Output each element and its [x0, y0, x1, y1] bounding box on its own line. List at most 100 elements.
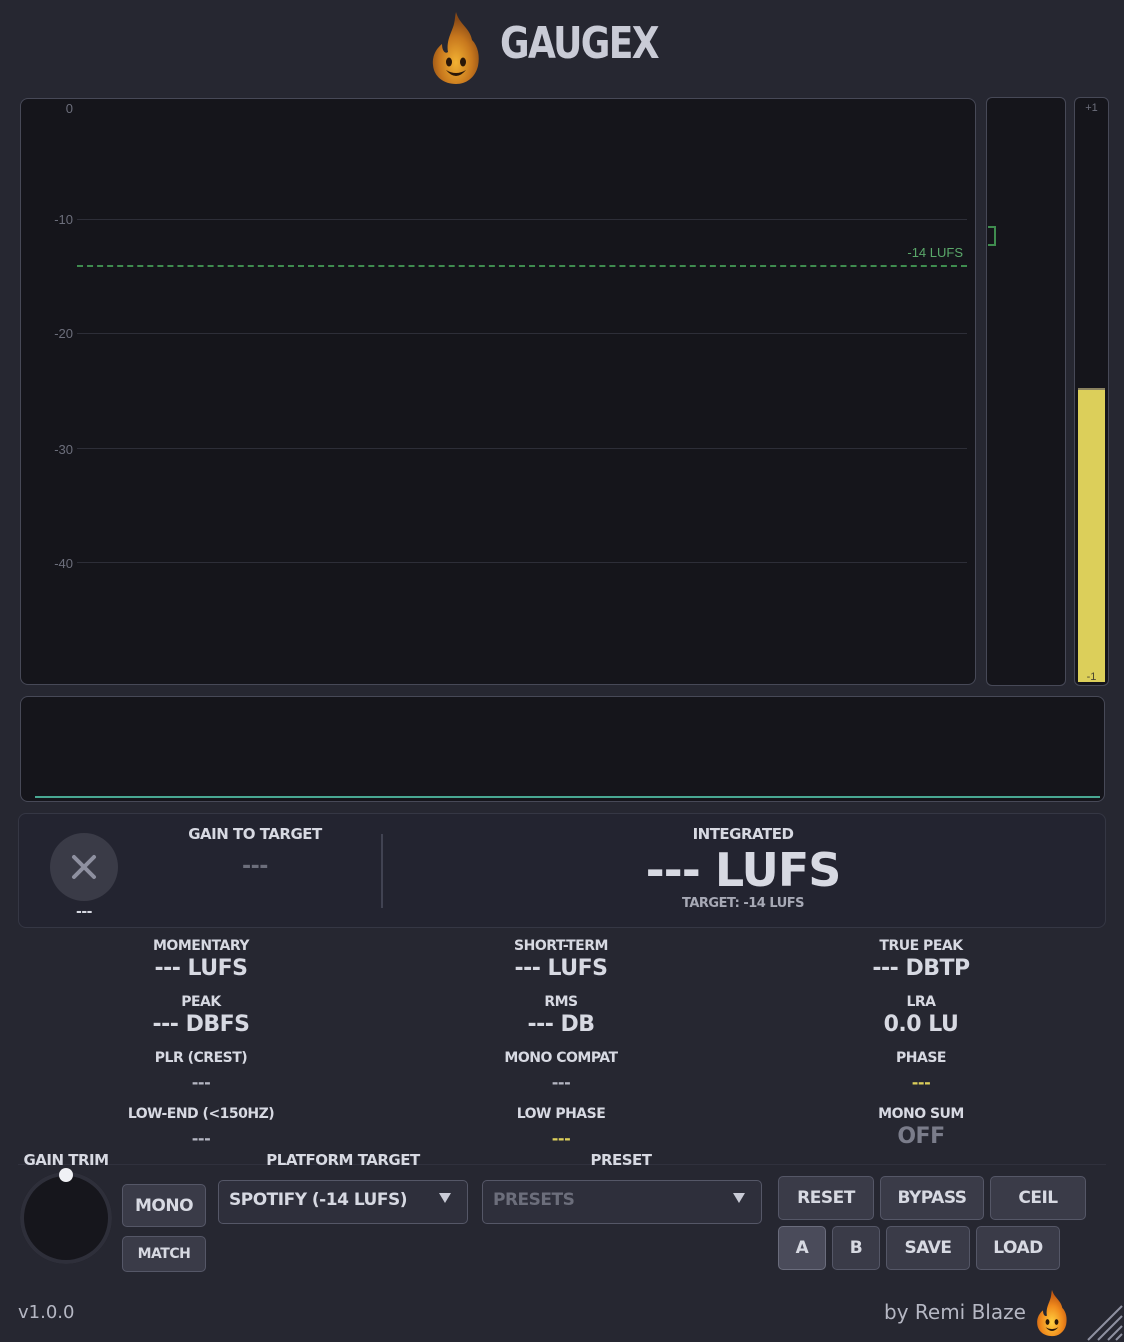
target-loudness-label: -14 LUFS	[907, 245, 963, 260]
stat-value: --- DBFS	[152, 1012, 250, 1037]
gain-trim-knob-indicator[interactable]	[59, 1168, 73, 1182]
load-button[interactable]: LOAD	[976, 1226, 1060, 1270]
peak-meter-bottom-label: -1	[1086, 671, 1097, 683]
stat-label: LOW-END (<150HZ)	[127, 1106, 275, 1122]
stat-mono-sum: MONO SUM OFF	[801, 1106, 1041, 1149]
version-label: v1.0.0	[18, 1302, 75, 1323]
stat-plr: PLR (CREST) ---	[81, 1050, 321, 1092]
bypass-button-label: BYPASS	[897, 1188, 967, 1208]
stat-lra: LRA 0.0 LU	[801, 994, 1041, 1037]
save-button[interactable]: SAVE	[886, 1226, 970, 1270]
compare-a-button[interactable]: A	[778, 1226, 826, 1270]
platform-target-label: PLATFORM TARGET	[266, 1151, 420, 1169]
save-button-label: SAVE	[904, 1238, 952, 1258]
stat-true-peak: TRUE PEAK --- DBTP	[801, 938, 1041, 981]
app-title: GAUGEX	[500, 18, 660, 69]
target-loudness-line	[77, 265, 967, 267]
stat-label: TRUE PEAK	[879, 938, 963, 954]
chevron-down-icon	[733, 1193, 745, 1203]
stat-value: --- DB	[527, 1012, 595, 1037]
stat-peak: PEAK --- DBFS	[81, 994, 321, 1037]
stat-label: LRA	[906, 994, 936, 1010]
compare-b-button[interactable]: B	[832, 1226, 880, 1270]
peak-meter: +1 -1	[1074, 97, 1109, 686]
preset-value: PRESETS	[493, 1190, 575, 1210]
grid-line	[77, 219, 967, 220]
stat-label: MONO SUM	[878, 1106, 964, 1122]
stat-value: ---	[911, 1073, 931, 1092]
stat-value: --- LUFS	[154, 956, 248, 981]
ceil-button-label: CEIL	[1018, 1188, 1058, 1208]
clip-value: ---	[76, 904, 92, 920]
mono-button[interactable]: MONO	[122, 1184, 206, 1227]
clip-reset-button[interactable]	[50, 833, 118, 901]
ceil-button[interactable]: CEIL	[990, 1176, 1086, 1220]
integrated-target: TARGET: -14 LUFS	[682, 896, 805, 911]
gain-trim-label: GAIN TRIM	[23, 1151, 109, 1169]
stat-value: OFF	[897, 1124, 945, 1149]
stat-short-term: SHORT-TERM --- LUFS	[441, 938, 681, 981]
y-tick-label: -40	[54, 556, 73, 571]
grid-line	[77, 333, 967, 334]
reset-button-label: RESET	[797, 1188, 855, 1208]
gain-to-target-label: GAIN TO TARGET	[188, 825, 322, 843]
integrated-label: INTEGRATED	[692, 825, 794, 843]
compare-b-label: B	[849, 1238, 863, 1258]
chevron-down-icon	[439, 1193, 451, 1203]
stat-phase: PHASE ---	[801, 1050, 1041, 1092]
y-tick-label: -30	[54, 442, 73, 457]
waveform-display	[20, 696, 1105, 802]
stat-label: PHASE	[896, 1050, 946, 1066]
integrated-value: --- LUFS	[645, 843, 842, 897]
gain-to-target-value: ---	[242, 854, 268, 879]
stat-value: --- LUFS	[514, 956, 608, 981]
load-button-label: LOAD	[993, 1238, 1043, 1258]
preset-select[interactable]: PRESETS	[482, 1180, 762, 1224]
stat-low-end: LOW-END (<150HZ) ---	[81, 1106, 321, 1148]
credit-label: by Remi Blaze	[884, 1300, 1026, 1324]
platform-target-select[interactable]: SPOTIFY (-14 LUFS)	[218, 1180, 468, 1224]
stat-label: MONO COMPAT	[504, 1050, 618, 1066]
stat-value: ---	[551, 1129, 571, 1148]
y-tick-label: -10	[54, 212, 73, 227]
stat-value: ---	[191, 1129, 211, 1148]
stat-value: 0.0 LU	[883, 1012, 959, 1037]
grid-line	[77, 562, 967, 563]
stat-momentary: MOMENTARY --- LUFS	[81, 938, 321, 981]
peak-meter-fill	[1078, 388, 1105, 682]
stat-low-phase: LOW PHASE ---	[441, 1106, 681, 1148]
resize-grip-icon[interactable]	[1084, 1300, 1124, 1342]
stat-label: LOW PHASE	[516, 1106, 606, 1122]
match-button-label: MATCH	[137, 1246, 191, 1262]
close-icon	[72, 855, 96, 879]
match-button[interactable]: MATCH	[122, 1236, 206, 1272]
stat-value: --- DBTP	[872, 956, 970, 981]
stat-rms: RMS --- DB	[441, 994, 681, 1037]
bypass-button[interactable]: BYPASS	[880, 1176, 984, 1220]
stat-label: RMS	[544, 994, 578, 1010]
loudness-meter	[986, 97, 1066, 686]
flame-logo-icon	[1037, 1289, 1067, 1337]
target-marker	[988, 226, 996, 246]
grid-line	[77, 448, 967, 449]
flame-logo-icon	[432, 12, 479, 84]
mono-button-label: MONO	[134, 1195, 194, 1216]
peak-meter-top-label: +1	[1085, 102, 1098, 114]
stat-value: ---	[551, 1073, 571, 1092]
stat-mono-compat: MONO COMPAT ---	[441, 1050, 681, 1092]
stat-value: ---	[191, 1073, 211, 1092]
stat-label: SHORT-TERM	[514, 938, 608, 954]
loudness-history-graph: 0 -10 -20 -30 -40 -14 LUFS	[20, 98, 976, 685]
y-tick-label: 0	[65, 101, 73, 116]
stat-label: PLR (CREST)	[154, 1050, 248, 1066]
platform-target-value: SPOTIFY (-14 LUFS)	[229, 1190, 407, 1210]
reset-button[interactable]: RESET	[778, 1176, 874, 1220]
stat-label: MOMENTARY	[153, 938, 250, 954]
preset-label: PRESET	[590, 1151, 652, 1169]
compare-a-label: A	[795, 1238, 809, 1258]
stat-label: PEAK	[181, 994, 221, 1010]
summary-divider	[381, 834, 383, 908]
gain-trim-knob[interactable]	[20, 1172, 112, 1264]
waveform-line	[35, 796, 1100, 798]
y-tick-label: -20	[54, 326, 73, 341]
